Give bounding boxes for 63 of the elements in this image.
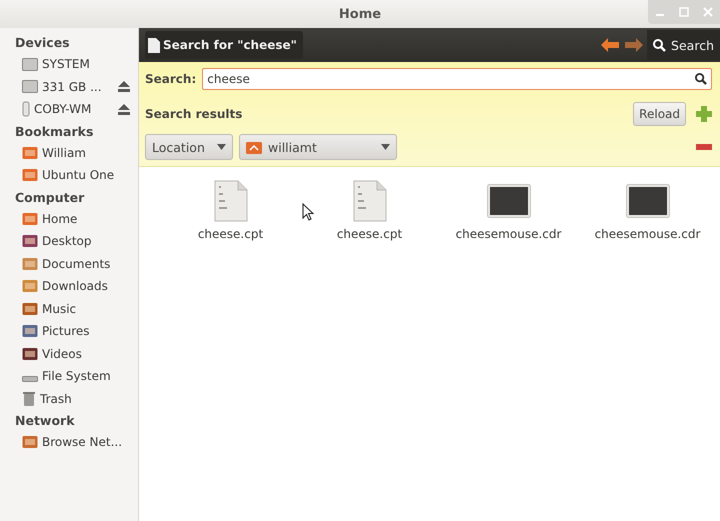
sidebar-item[interactable]: Trash xyxy=(0,388,138,410)
folder-icon xyxy=(22,435,38,450)
sidebar-heading: Devices xyxy=(14,34,71,52)
sidebar-item[interactable]: Ubuntu One xyxy=(0,164,138,186)
results-title: Search results xyxy=(145,107,242,121)
eject-icon[interactable] xyxy=(118,81,130,92)
drive-icon xyxy=(22,58,38,71)
sidebar-item[interactable]: Downloads xyxy=(0,275,138,298)
sidebar-heading: Computer xyxy=(14,188,86,207)
image-file-icon xyxy=(626,184,670,218)
sidebar-item[interactable]: COBY-WM xyxy=(0,98,138,120)
caret-icon xyxy=(217,144,226,150)
sidebar-item[interactable]: 331 GB ... xyxy=(0,76,138,98)
file-item[interactable]: cheesemouse.cdr xyxy=(578,179,717,241)
folder-icon xyxy=(22,212,38,226)
sidebar-item[interactable]: File System xyxy=(0,365,138,388)
sidebar-item[interactable]: Videos xyxy=(0,342,138,365)
sidebar-heading: Network xyxy=(14,412,76,430)
search-icon xyxy=(695,73,707,85)
folder-dropdown[interactable]: williamt xyxy=(239,134,397,160)
location-button[interactable]: Search for "cheese" xyxy=(145,31,303,59)
sidebar-item[interactable]: Browse Net... xyxy=(0,431,138,454)
usb-drive-icon xyxy=(22,101,30,118)
search-icon xyxy=(653,38,666,52)
drive-icon xyxy=(22,80,38,94)
image-file-icon xyxy=(486,184,530,218)
location-dropdown[interactable]: Location xyxy=(145,134,233,160)
file-item[interactable]: cheese.cpt xyxy=(300,179,439,241)
binary-file-icon xyxy=(214,180,248,222)
caret-icon xyxy=(381,144,390,150)
sidebar-item[interactable]: Desktop xyxy=(0,230,138,252)
folder-icon xyxy=(22,324,38,338)
folder-icon xyxy=(22,234,38,248)
sidebar-item[interactable]: Documents xyxy=(0,252,138,275)
search-button[interactable]: Search xyxy=(647,30,720,60)
folder-icon xyxy=(22,346,38,361)
sidebar-item[interactable]: Music xyxy=(0,298,138,320)
folder-icon xyxy=(22,302,38,316)
search-field[interactable]: cheese xyxy=(202,68,712,90)
folder-icon xyxy=(22,168,38,182)
file-item[interactable]: cheesemouse.cdr xyxy=(439,179,578,241)
mouse-cursor-icon xyxy=(302,203,314,221)
add-icon[interactable] xyxy=(696,106,712,122)
forward-arrow-icon[interactable] xyxy=(625,38,644,52)
binary-file-icon xyxy=(352,180,386,222)
file-item[interactable]: cheese.cpt xyxy=(161,179,300,241)
search-label: Search: xyxy=(145,72,196,86)
sidebar-item[interactable]: SYSTEM xyxy=(0,53,138,76)
sidebar-item[interactable]: Pictures xyxy=(0,320,138,342)
drive-icon xyxy=(22,376,38,382)
sidebar-item[interactable]: William xyxy=(0,142,138,164)
home-folder-icon xyxy=(246,140,262,154)
reload-button[interactable]: Reload xyxy=(633,102,686,126)
folder-icon xyxy=(22,256,38,271)
folder-icon xyxy=(22,146,38,160)
document-icon xyxy=(148,38,160,52)
trash-icon xyxy=(22,390,36,407)
sidebar-heading: Bookmarks xyxy=(14,122,94,140)
back-arrow-icon[interactable] xyxy=(601,38,620,52)
folder-icon xyxy=(22,279,38,294)
window-title: Home xyxy=(338,6,382,22)
eject-icon[interactable] xyxy=(118,104,130,115)
sidebar-item[interactable]: Home xyxy=(0,208,138,230)
